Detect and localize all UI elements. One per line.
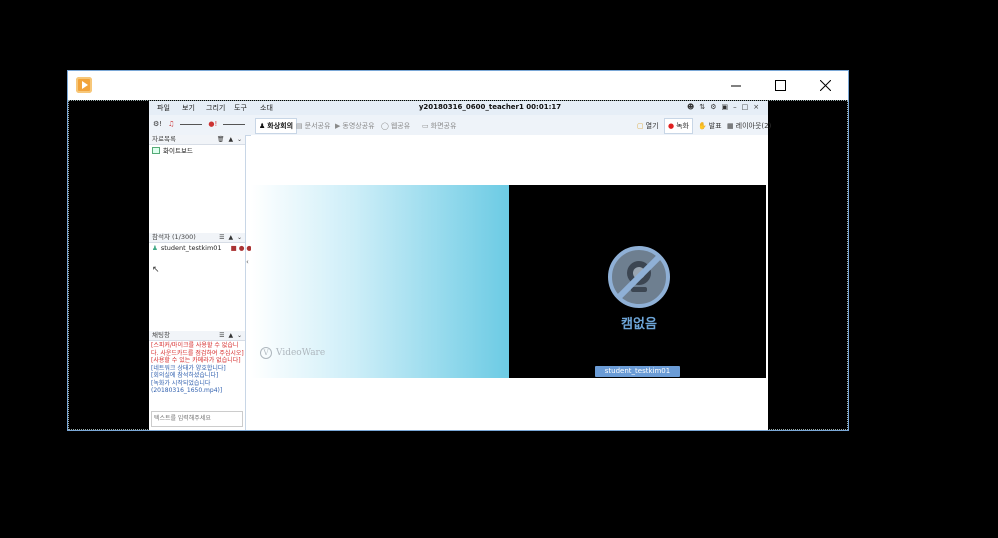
person-icon: ♟ bbox=[259, 122, 266, 130]
no-camera-label: 캠없음 bbox=[621, 317, 657, 332]
folder-icon: ▢ bbox=[637, 122, 644, 130]
chat-input[interactable] bbox=[151, 411, 243, 427]
speaker-icon[interactable]: ♫ bbox=[168, 120, 174, 128]
maximize-button[interactable] bbox=[757, 71, 803, 100]
app-maximize-icon[interactable]: □ bbox=[742, 103, 754, 111]
globe-icon: ◯ bbox=[381, 122, 389, 130]
chat-title: 채팅창 bbox=[152, 331, 170, 339]
record-button[interactable]: ● 녹화 bbox=[664, 118, 693, 134]
monitor-icon: ▭ bbox=[422, 122, 429, 130]
layout-button[interactable]: ▦ 레이아웃(2) bbox=[727, 121, 771, 131]
mic-volume-slider[interactable] bbox=[223, 123, 246, 125]
videoware-logo-icon: V bbox=[260, 347, 272, 359]
materials-header-icons[interactable]: 🗑 ▲ ⌄ bbox=[217, 135, 243, 144]
audio-controls[interactable]: ⚙! ♫ ●! bbox=[153, 120, 246, 128]
menu-tools[interactable]: 도구 bbox=[234, 103, 247, 113]
menu-draw[interactable]: 그리기 bbox=[206, 103, 225, 113]
tab-video-share[interactable]: ▶ 동영상공유 bbox=[335, 121, 375, 131]
transfer-icon[interactable]: ⇅ bbox=[699, 103, 710, 111]
participant-row[interactable]: ♟ student_testkim01 ■●● bbox=[152, 244, 254, 252]
record-icon: ● bbox=[668, 122, 675, 130]
camera-user-label: student_testkim01 bbox=[595, 366, 680, 377]
whiteboard-icon bbox=[152, 146, 160, 154]
user-icon[interactable]: ☻ bbox=[687, 103, 699, 111]
chat-line: [녹화가 시작되었습니다 bbox=[151, 379, 211, 387]
participants-header-icons[interactable]: ☰ ▲ ⌄ bbox=[219, 233, 243, 242]
participants-title: 참석자 (1/300) bbox=[152, 233, 196, 241]
open-button[interactable]: ▢ 열기 bbox=[637, 121, 659, 131]
chat-line: (20180316_1650.mp4)] bbox=[151, 387, 223, 394]
fullscreen-icon[interactable]: ▣ bbox=[721, 103, 733, 111]
layout-icon: ▦ bbox=[727, 122, 734, 130]
tab-videoconference[interactable]: ♟ 화상회의 bbox=[255, 118, 298, 134]
list-item[interactable]: 화이트보드 bbox=[152, 145, 193, 155]
app-close-icon[interactable]: × bbox=[753, 103, 764, 111]
title-controls[interactable]: ☻⇅⚙▣–□× bbox=[687, 103, 764, 111]
mouse-cursor: ↖ bbox=[152, 265, 160, 275]
mic-icon[interactable]: ●! bbox=[208, 120, 217, 128]
app-minimize-icon[interactable]: – bbox=[733, 103, 742, 111]
chat-line: [스피커/마이크를 사용할 수 없습니 bbox=[151, 342, 239, 349]
collapse-panel-icon[interactable]: ‹ bbox=[246, 258, 249, 266]
chat-line: 다. 사운드카드를 점검하여 주십시오] bbox=[151, 349, 244, 357]
gear-icon[interactable]: ⚙ bbox=[710, 103, 721, 111]
speaker-volume-slider[interactable] bbox=[180, 123, 203, 125]
minimize-button[interactable] bbox=[713, 71, 759, 100]
app-icon bbox=[76, 77, 92, 93]
hand-icon: ✋ bbox=[698, 122, 707, 130]
menu-help[interactable]: 소대 bbox=[260, 103, 273, 113]
chat-header-icons[interactable]: ☰ ▲ ⌄ bbox=[219, 331, 243, 340]
document-icon: ▤ bbox=[296, 122, 303, 130]
chat-line: [사용할 수 있는 카메라가 없습니다] bbox=[151, 357, 241, 364]
watermark: V VideoWare bbox=[260, 347, 325, 359]
close-button[interactable] bbox=[802, 71, 848, 100]
menu-file[interactable]: 파일 bbox=[157, 103, 170, 113]
present-button[interactable]: ✋ 발표 bbox=[698, 121, 722, 131]
play-icon: ▶ bbox=[335, 122, 341, 130]
menu-view[interactable]: 보기 bbox=[182, 103, 195, 113]
materials-header: 자료목록 🗑 ▲ ⌄ bbox=[149, 135, 245, 145]
materials-title: 자료목록 bbox=[152, 135, 176, 143]
app-title: y20180316_0600_teacher1 00:01:17 bbox=[418, 103, 562, 111]
chat-header: 채팅창 ☰ ▲ ⌄ bbox=[149, 331, 245, 341]
camera-settings-icon[interactable]: ⚙! bbox=[153, 120, 162, 128]
chat-line: [회의실에 참석하셨습니다] bbox=[151, 372, 219, 379]
user-icon: ♟ bbox=[152, 244, 158, 252]
tab-web-share[interactable]: ◯ 웹공유 bbox=[381, 121, 410, 131]
no-camera-icon bbox=[608, 246, 670, 308]
chat-line: [네트워크 상태가 양호합니다] bbox=[151, 364, 226, 372]
tab-screen-share[interactable]: ▭ 화면공유 bbox=[422, 121, 456, 131]
tab-document-share[interactable]: ▤ 문서공유 bbox=[296, 121, 330, 131]
chat-messages: [스피커/마이크를 사용할 수 없습니 다. 사운드카드를 점검하여 주십시오][… bbox=[151, 342, 244, 395]
participants-header: 참석자 (1/300) ☰ ▲ ⌄ bbox=[149, 233, 245, 243]
